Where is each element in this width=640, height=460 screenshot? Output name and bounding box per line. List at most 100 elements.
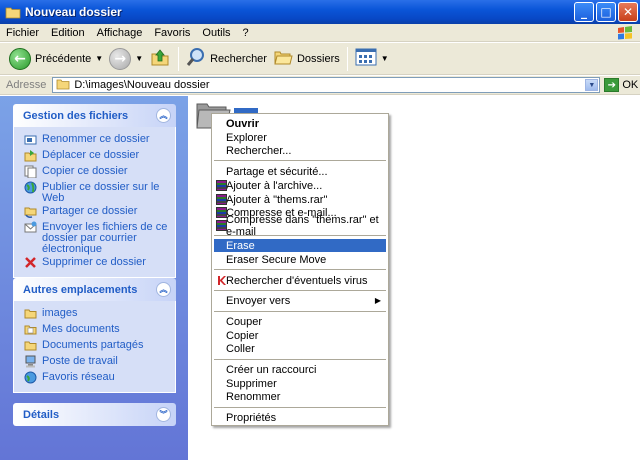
- forward-button[interactable]: → ▼: [106, 45, 146, 73]
- menu-item-add-archive[interactable]: Ajouter à l'archive...: [214, 179, 386, 192]
- menu-item-copy[interactable]: Copier: [214, 329, 386, 342]
- back-button[interactable]: ← Précédente ▼: [6, 45, 106, 73]
- go-arrow-icon: ➔: [604, 78, 620, 92]
- menu-item-compress-rar-email[interactable]: Compresse dans "thems.rar" et e-mail: [214, 214, 386, 238]
- menu-divider: [214, 235, 386, 236]
- move-folder-link[interactable]: Déplacer ce dossier: [24, 148, 169, 164]
- search-button[interactable]: Rechercher: [183, 45, 270, 73]
- windows-logo-icon: [614, 25, 636, 41]
- views-icon: [355, 48, 377, 69]
- network-globe-icon: [24, 371, 37, 384]
- menu-divider: [214, 290, 386, 291]
- collapse-chevron-icon[interactable]: ︽: [156, 282, 171, 297]
- folder-icon: [24, 307, 37, 320]
- menu-edition[interactable]: Edition: [45, 27, 91, 39]
- menu-item-open[interactable]: Ouvrir: [214, 117, 386, 130]
- publish-web-label: Publier ce dossier sur le Web: [42, 181, 160, 204]
- share-folder-label: Partager ce dossier: [42, 205, 138, 217]
- menu-item-add-rar[interactable]: Ajouter à "thems.rar": [214, 193, 386, 206]
- menu-item-virus-scan[interactable]: Rechercher d'éventuels virus: [214, 274, 386, 287]
- menu-item-send-to[interactable]: Envoyer vers ▶: [214, 294, 386, 307]
- publish-web-link[interactable]: Publier ce dossier sur le Web: [24, 180, 169, 204]
- folders-icon: [273, 48, 293, 69]
- menu-item-explore[interactable]: Explorer: [214, 131, 386, 144]
- toolbar-separator: [346, 46, 348, 71]
- winrar-icon: [216, 194, 227, 205]
- address-field[interactable]: D:\images\Nouveau dossier ▼: [52, 77, 601, 93]
- back-dropdown-icon[interactable]: ▼: [95, 54, 103, 63]
- add-archive-label: Ajouter à l'archive...: [226, 179, 323, 192]
- menu-item-rename[interactable]: Renommer: [214, 390, 386, 403]
- rename-icon: [24, 133, 37, 146]
- add-rar-label: Ajouter à "thems.rar": [226, 193, 328, 206]
- place-images-link[interactable]: images: [24, 306, 169, 322]
- kaspersky-icon: [216, 275, 227, 286]
- file-tasks-header[interactable]: Gestion des fichiers ︽: [13, 104, 176, 127]
- folder-icon: [5, 5, 21, 19]
- file-tasks-box: Gestion des fichiers ︽ Renommer ce dossi…: [13, 104, 176, 278]
- place-images-label: images: [42, 307, 78, 319]
- email-files-link[interactable]: Envoyer les fichiers de ce dossier par c…: [24, 220, 169, 255]
- forward-arrow-icon: →: [109, 47, 132, 70]
- menu-fichier[interactable]: Fichier: [0, 27, 45, 39]
- up-folder-icon: [149, 46, 171, 71]
- menu-item-properties[interactable]: Propriétés: [214, 411, 386, 424]
- menu-item-create-shortcut[interactable]: Créer un raccourci: [214, 363, 386, 376]
- collapse-chevron-icon[interactable]: ︽: [156, 108, 171, 123]
- details-title: Détails: [23, 408, 60, 421]
- send-to-label: Envoyer vers: [226, 294, 291, 307]
- address-dropdown-icon[interactable]: ▼: [585, 79, 599, 91]
- place-my-documents-link[interactable]: Mes documents: [24, 322, 169, 338]
- email-files-label: Envoyer les fichiers de ce dossier par c…: [42, 221, 168, 255]
- other-places-header[interactable]: Autres emplacements ︽: [13, 278, 176, 301]
- move-folder-icon: [24, 149, 37, 162]
- expand-chevron-icon[interactable]: ︾: [156, 407, 171, 422]
- globe-icon: [24, 181, 37, 194]
- close-button[interactable]: ✕: [618, 2, 638, 22]
- search-label: Rechercher: [210, 52, 267, 65]
- place-network-label: Favoris réseau: [42, 371, 115, 383]
- details-header[interactable]: Détails ︾: [13, 403, 176, 426]
- my-documents-icon: [24, 323, 37, 336]
- place-network-link[interactable]: Favoris réseau: [24, 370, 169, 386]
- move-folder-label: Déplacer ce dossier: [42, 149, 140, 161]
- copy-folder-label: Copier ce dossier: [42, 165, 128, 177]
- winrar-icon: [216, 180, 227, 191]
- place-my-documents-label: Mes documents: [42, 323, 120, 335]
- rename-folder-label: Renommer ce dossier: [42, 133, 150, 145]
- menu-item-erase[interactable]: Erase: [214, 239, 386, 252]
- address-label: Adresse: [6, 79, 47, 91]
- menu-divider: [214, 311, 386, 312]
- title-bar: Nouveau dossier _ □ ✕: [0, 0, 640, 24]
- minimize-button[interactable]: _: [574, 2, 594, 22]
- menu-divider: [214, 359, 386, 360]
- menu-item-share[interactable]: Partage et sécurité...: [214, 165, 386, 178]
- rename-folder-link[interactable]: Renommer ce dossier: [24, 132, 169, 148]
- forward-dropdown-icon[interactable]: ▼: [135, 54, 143, 63]
- views-button[interactable]: ▼: [352, 45, 392, 73]
- menu-item-paste[interactable]: Coller: [214, 342, 386, 355]
- delete-folder-label: Supprimer ce dossier: [42, 256, 146, 268]
- place-shared-documents-link[interactable]: Documents partagés: [24, 338, 169, 354]
- place-my-computer-link[interactable]: Poste de travail: [24, 354, 169, 370]
- menu-item-eraser-secure-move[interactable]: Eraser Secure Move: [214, 253, 386, 266]
- back-label: Précédente: [35, 52, 92, 65]
- compress-rar-email-label: Compresse dans "thems.rar" et e-mail: [226, 213, 379, 238]
- up-folder-button[interactable]: [146, 45, 174, 73]
- copy-folder-link[interactable]: Copier ce dossier: [24, 164, 169, 180]
- delete-folder-link[interactable]: Supprimer ce dossier: [24, 255, 169, 271]
- menu-favoris[interactable]: Favoris: [148, 27, 196, 39]
- task-panel: Gestion des fichiers ︽ Renommer ce dossi…: [0, 96, 188, 460]
- menu-item-delete[interactable]: Supprimer: [214, 377, 386, 390]
- menu-outils[interactable]: Outils: [196, 27, 236, 39]
- menu-item-cut[interactable]: Couper: [214, 315, 386, 328]
- folders-button[interactable]: Dossiers: [270, 45, 343, 73]
- context-menu: Ouvrir Explorer Rechercher... Partage et…: [211, 113, 389, 426]
- share-folder-link[interactable]: Partager ce dossier: [24, 204, 169, 220]
- go-button[interactable]: ➔ OK: [604, 78, 638, 92]
- views-dropdown-icon[interactable]: ▼: [381, 54, 389, 63]
- maximize-button[interactable]: □: [596, 2, 616, 22]
- menu-item-search[interactable]: Rechercher...: [214, 144, 386, 157]
- menu-help[interactable]: ?: [237, 27, 255, 39]
- menu-affichage[interactable]: Affichage: [91, 27, 149, 39]
